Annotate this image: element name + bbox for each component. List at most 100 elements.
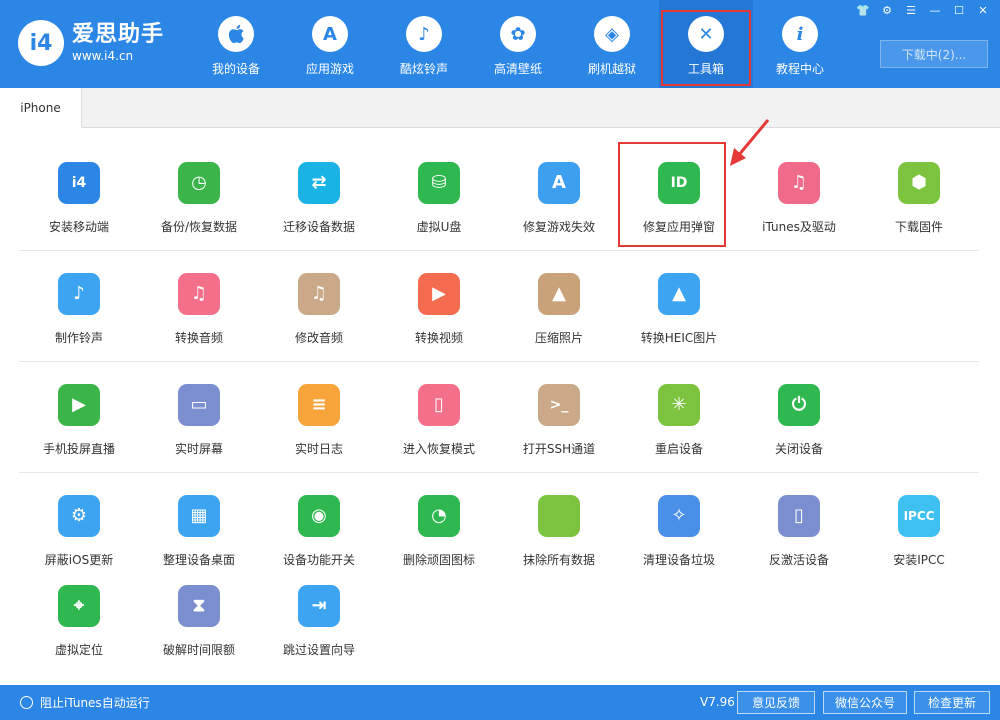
tool-label: 转换视频 xyxy=(414,331,463,345)
flower-icon: ✿ xyxy=(500,16,536,52)
wechat-button[interactable]: 微信公众号 xyxy=(823,691,907,714)
tool-item[interactable]: ◔ 删除顽固图标 xyxy=(379,495,499,585)
location-pin-icon: ⌖ xyxy=(58,585,100,627)
nav-my-device[interactable]: 我的设备 xyxy=(189,0,283,88)
nav-tutorials[interactable]: i 教程中心 xyxy=(753,0,847,88)
tool-label: 清理设备垃圾 xyxy=(642,553,715,567)
tool-label: 实时屏幕 xyxy=(174,442,223,456)
music-note-icon: ♫ xyxy=(178,273,220,315)
cube-icon: ⬢ xyxy=(898,162,940,204)
tool-row: i4 安装移动端 ◷ 备份/恢复数据 ⇄ 迁移设备数据 ⛁ 虚拟U盘 A 修复游戏失效 ID 修复应用… xyxy=(19,140,979,251)
nav-flash-jailbreak[interactable]: ◈ 刷机越狱 xyxy=(565,0,659,88)
app-url: www.i4.cn xyxy=(72,49,134,63)
nav-label: 工具箱 xyxy=(687,62,724,76)
tool-label: 实时日志 xyxy=(294,442,343,456)
tool-item[interactable]: ◷ 备份/恢复数据 xyxy=(139,162,259,242)
tool-label: 屏蔽iOS更新 xyxy=(44,553,114,567)
apple-erase-icon xyxy=(538,495,580,537)
tool-item[interactable]: ⇥ 跳过设置向导 xyxy=(259,585,379,675)
restart-spinner-icon: ✳ xyxy=(658,384,700,426)
tool-item[interactable]: ▦ 整理设备桌面 xyxy=(139,495,259,585)
tool-label: 虚拟U盘 xyxy=(416,220,462,234)
tool-item[interactable]: ⛁ 虚拟U盘 xyxy=(379,162,499,242)
tool-item[interactable]: ▶ 转换视频 xyxy=(379,273,499,353)
app-store-repair-icon: A xyxy=(538,162,580,204)
nav-ringtones[interactable]: ♪ 酷炫铃声 xyxy=(377,0,471,88)
nav-label: 应用游戏 xyxy=(305,62,354,76)
tool-label: 备份/恢复数据 xyxy=(160,220,238,234)
tool-row: ♪ 制作铃声 ♫ 转换音频 ♫ 修改音频 ▶ 转换视频 ▲ 压缩照片 ▲ 转换HEIC图片 xyxy=(19,251,979,362)
main-nav: 我的设备 A 应用游戏 ♪ 酷炫铃声 ✿ 高清壁纸 ◈ 刷机越狱 ✕ 工具箱 i… xyxy=(189,0,847,88)
tool-item[interactable]: ✳ 重启设备 xyxy=(619,384,739,464)
tool-item[interactable]: IPCC 安装IPCC xyxy=(859,495,979,585)
tool-row: ⚙ 屏蔽iOS更新 ▦ 整理设备桌面 ◉ 设备功能开关 ◔ 删除顽固图标 抹除所有数据 ✧ 清理设备… xyxy=(19,473,979,675)
nav-label: 我的设备 xyxy=(211,62,260,76)
nav-label: 刷机越狱 xyxy=(587,62,636,76)
tool-item[interactable]: ▯ 进入恢复模式 xyxy=(379,384,499,464)
tool-item[interactable]: i4 安装移动端 xyxy=(19,162,139,242)
toggle-label: 阻止iTunes自动运行 xyxy=(40,696,150,710)
tool-item[interactable]: ♫ 修改音频 xyxy=(259,273,379,353)
tool-item[interactable]: ▯ 反激活设备 xyxy=(739,495,859,585)
tool-item[interactable]: ▲ 压缩照片 xyxy=(499,273,619,353)
minimize-icon[interactable]: — xyxy=(926,4,944,18)
tool-item[interactable]: ⇄ 迁移设备数据 xyxy=(259,162,379,242)
block-itunes-autorun-toggle[interactable]: 阻止iTunes自动运行 xyxy=(20,694,150,711)
monitor-icon: ▭ xyxy=(178,384,220,426)
toggle-switch-icon: ◉ xyxy=(298,495,340,537)
menu-icon[interactable]: ☰ xyxy=(902,4,920,18)
tool-label: 制作铃声 xyxy=(54,331,103,345)
feedback-button[interactable]: 意见反馈 xyxy=(737,691,815,714)
skin-icon[interactable]: 👕 xyxy=(854,4,872,18)
tool-item[interactable]: ▶ 手机投屏直播 xyxy=(19,384,139,464)
ipcc-icon: IPCC xyxy=(898,495,940,537)
backup-clock-icon: ◷ xyxy=(178,162,220,204)
nav-apps-games[interactable]: A 应用游戏 xyxy=(283,0,377,88)
screen-cast-icon: ▶ xyxy=(58,384,100,426)
tool-item[interactable]: ID 修复应用弹窗 xyxy=(618,142,739,247)
tool-item[interactable]: ⏻ 关闭设备 xyxy=(739,384,859,464)
tool-item[interactable]: ◉ 设备功能开关 xyxy=(259,495,379,585)
maximize-icon[interactable]: ☐ xyxy=(950,4,968,18)
tool-label: 打开SSH通道 xyxy=(522,442,596,456)
tool-label: 手机投屏直播 xyxy=(42,442,115,456)
app-name: 爱思助手 xyxy=(72,22,165,47)
tool-label: 反激活设备 xyxy=(768,553,829,567)
app-logo: i4 爱思助手 www.i4.cn xyxy=(18,20,164,66)
tool-item[interactable]: ⧗ 破解时间限额 xyxy=(139,585,259,675)
recovery-phone-icon: ▯ xyxy=(418,384,460,426)
usb-drive-icon: ⛁ xyxy=(418,162,460,204)
grid-icon: ▦ xyxy=(178,495,220,537)
tool-item[interactable]: ⚙ 屏蔽iOS更新 xyxy=(19,495,139,585)
tool-item[interactable]: ✧ 清理设备垃圾 xyxy=(619,495,739,585)
device-tab-iphone[interactable]: iPhone xyxy=(0,88,82,128)
tool-item[interactable]: >_ 打开SSH通道 xyxy=(499,384,619,464)
bell-icon: ♪ xyxy=(406,16,442,52)
tool-label: 删除顽固图标 xyxy=(402,553,475,567)
nav-toolbox[interactable]: ✕ 工具箱 xyxy=(659,0,753,88)
tool-label: 关闭设备 xyxy=(774,442,823,456)
tool-label: 整理设备桌面 xyxy=(162,553,235,567)
tool-item[interactable]: ▲ 转换HEIC图片 xyxy=(619,273,739,353)
tool-item[interactable]: ⬢ 下载固件 xyxy=(859,162,979,242)
tool-item[interactable]: ⌖ 虚拟定位 xyxy=(19,585,139,675)
tool-label: 压缩照片 xyxy=(534,331,583,345)
skip-setup-icon: ⇥ xyxy=(298,585,340,627)
hourglass-icon: ⧗ xyxy=(178,585,220,627)
tool-item[interactable]: 抹除所有数据 xyxy=(499,495,619,585)
tool-item[interactable]: ♪ 制作铃声 xyxy=(19,273,139,353)
tool-label: 设备功能开关 xyxy=(282,553,355,567)
download-progress-button[interactable]: 下载中(2)... xyxy=(880,40,988,68)
pie-chart-icon: ◔ xyxy=(418,495,460,537)
tool-label: 修复应用弹窗 xyxy=(642,220,715,234)
tool-item[interactable]: ♫ 转换音频 xyxy=(139,273,259,353)
tool-item[interactable]: A 修复游戏失效 xyxy=(499,162,619,242)
status-bar: 阻止iTunes自动运行 V7.96 意见反馈 微信公众号 检查更新 xyxy=(0,685,1000,720)
check-update-button[interactable]: 检查更新 xyxy=(914,691,990,714)
settings-gear-icon[interactable]: ⚙ xyxy=(878,4,896,18)
close-icon[interactable]: ✕ xyxy=(974,4,992,18)
tool-item[interactable]: ♫ iTunes及驱动 xyxy=(739,162,859,242)
tool-item[interactable]: ▭ 实时屏幕 xyxy=(139,384,259,464)
tool-item[interactable]: ≡ 实时日志 xyxy=(259,384,379,464)
nav-wallpapers[interactable]: ✿ 高清壁纸 xyxy=(471,0,565,88)
